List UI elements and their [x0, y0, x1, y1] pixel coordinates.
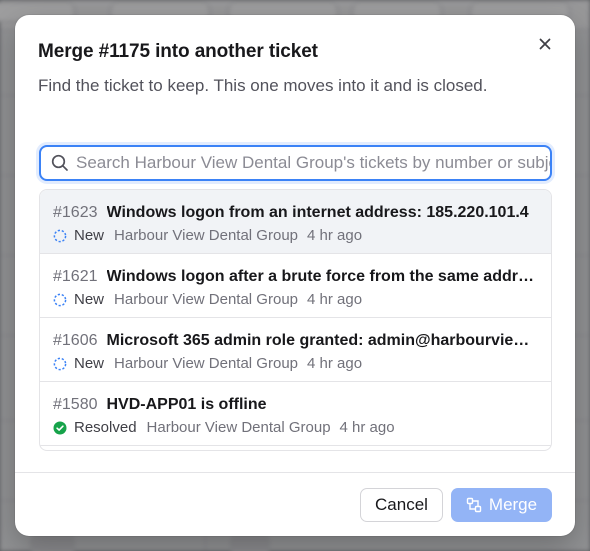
ticket-result-1621[interactable]: #1621 Windows logon after a brute force …: [40, 254, 551, 318]
ticket-subject: Windows logon from an internet address: …: [106, 204, 529, 221]
ticket-number: #1621: [53, 268, 98, 285]
ticket-result-1580[interactable]: #1580 HVD-APP01 is offline Resolved Harb…: [40, 382, 551, 446]
ticket-results-list: #1623 Windows logon from an internet add…: [39, 189, 552, 451]
new-status-icon: [53, 229, 67, 243]
ticket-number: #1606: [53, 332, 98, 349]
cancel-button[interactable]: Cancel: [360, 488, 443, 522]
ticket-organization: Harbour View Dental Group: [114, 227, 298, 244]
search-icon: [50, 153, 70, 173]
ticket-age: 4 hr ago: [307, 227, 363, 244]
merge-ticket-dialog: Merge #1175 into another ticket Find the…: [15, 15, 575, 536]
merge-button[interactable]: Merge: [451, 488, 552, 522]
close-icon: [539, 37, 551, 55]
ticket-age: 4 hr ago: [307, 291, 363, 308]
ticket-age: 4 hr ago: [307, 355, 363, 372]
ticket-number: #1580: [53, 396, 98, 413]
resolved-check-icon: [53, 421, 67, 435]
ticket-organization: Harbour View Dental Group: [146, 419, 331, 436]
footer-divider: [15, 472, 575, 473]
new-status-icon: [53, 293, 67, 307]
ticket-status: New: [74, 291, 105, 308]
ticket-status: New: [74, 355, 105, 372]
ticket-status: New: [74, 227, 105, 244]
ticket-age: 4 hr ago: [339, 419, 395, 436]
ticket-search-field[interactable]: [39, 145, 552, 181]
close-button[interactable]: [535, 36, 555, 56]
ticket-number: #1623: [53, 204, 98, 221]
ticket-subject: HVD-APP01 is offline: [106, 396, 267, 413]
dialog-description: Find the ticket to keep. This one moves …: [38, 76, 488, 95]
ticket-organization: Harbour View Dental Group: [114, 291, 298, 308]
merge-icon: [466, 497, 482, 513]
ticket-organization: Harbour View Dental Group: [114, 355, 298, 372]
merge-button-label: Merge: [488, 495, 538, 514]
ticket-search-input[interactable]: [76, 153, 550, 173]
ticket-status: Resolved: [74, 419, 137, 436]
ticket-subject: Microsoft 365 admin role granted: admin@…: [106, 332, 540, 349]
new-status-icon: [53, 357, 67, 371]
dialog-title: Merge #1175 into another ticket: [38, 41, 318, 62]
ticket-subject: Windows logon after a brute force from t…: [106, 268, 540, 285]
ticket-result-1606[interactable]: #1606 Microsoft 365 admin role granted: …: [40, 318, 551, 382]
ticket-result-1623[interactable]: #1623 Windows logon from an internet add…: [40, 190, 551, 254]
